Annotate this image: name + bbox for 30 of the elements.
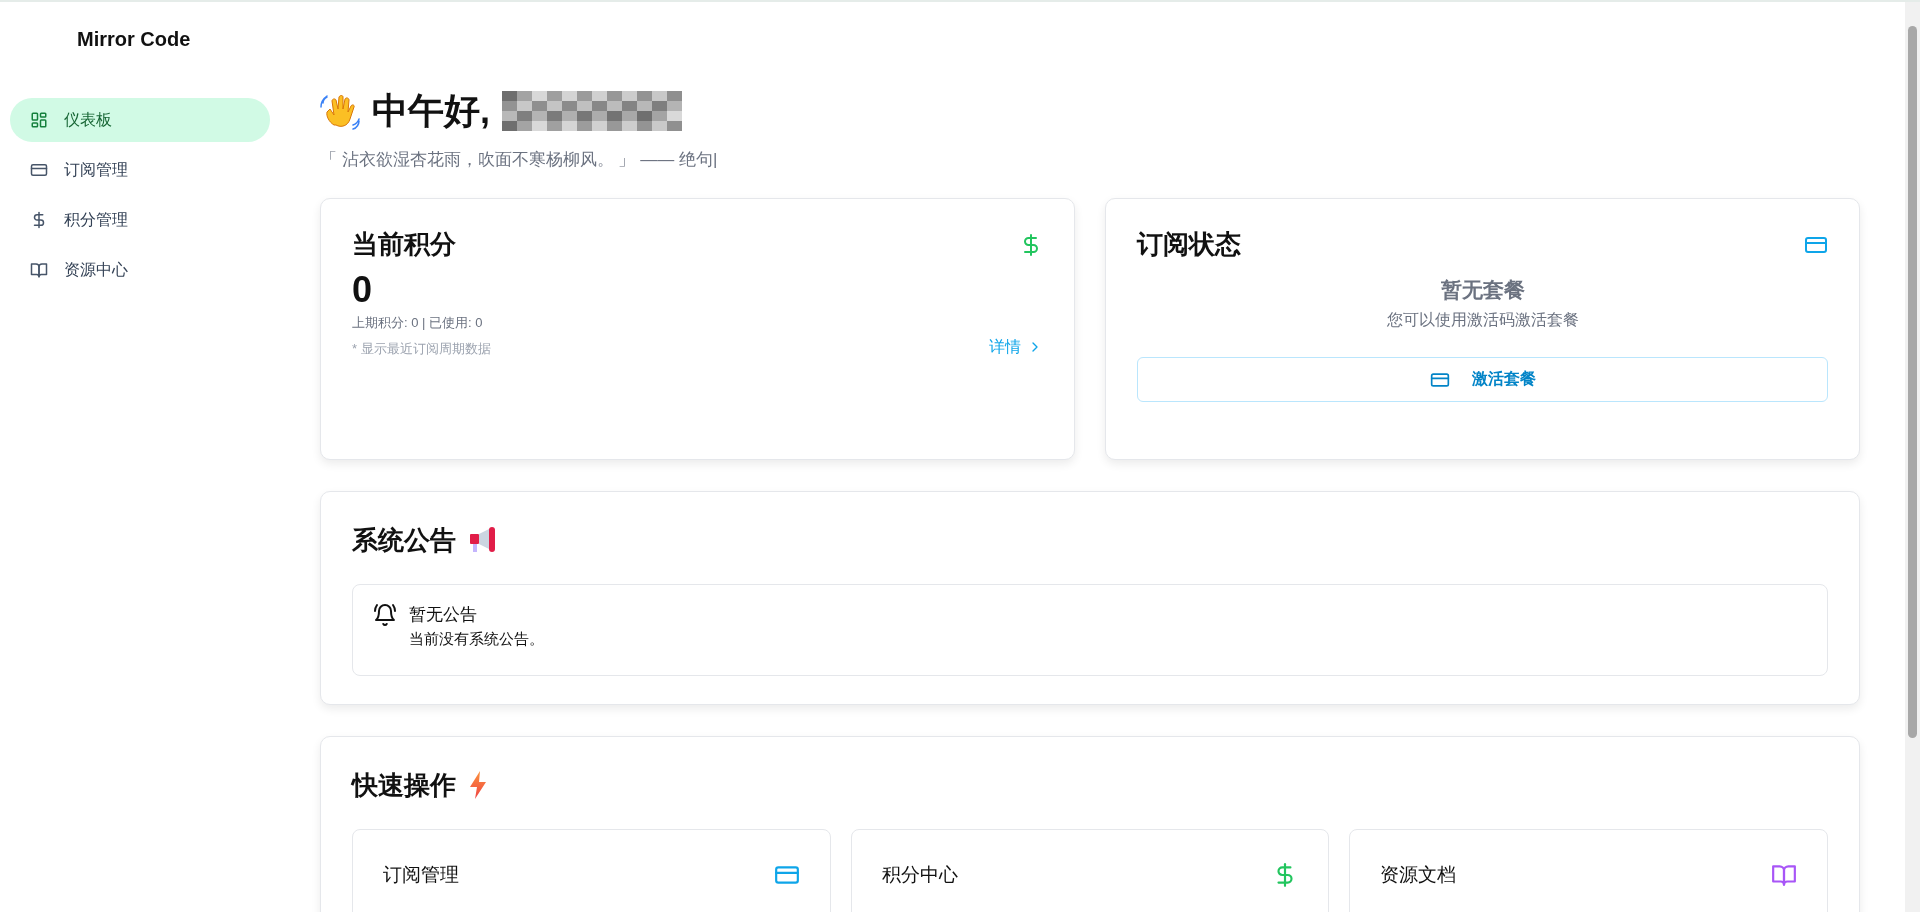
- quick-action-card[interactable]: 积分中心: [850, 829, 1330, 912]
- card-title: 快速操作: [352, 768, 456, 802]
- points-note: * 显示最近订阅周期数据: [352, 339, 491, 358]
- quote-text: 「 沾衣欲湿杏花雨，吹面不寒杨柳风。 」 —— 绝句|: [320, 149, 719, 171]
- card-icon: [30, 161, 48, 179]
- lightning-icon: [468, 770, 488, 800]
- quick-action-card[interactable]: 订阅管理: [352, 829, 831, 912]
- announcement-title: 暂无公告: [409, 604, 478, 626]
- card-title: 当前积分: [352, 228, 456, 261]
- card-title: 订阅状态: [1137, 228, 1241, 261]
- scrollbar-thumb[interactable]: [1908, 26, 1917, 738]
- greeting-heading: 中午好,: [372, 88, 490, 133]
- card-title: 系统公告: [352, 523, 456, 557]
- points-summary: 上期积分: 0 | 已使用: 0: [352, 313, 484, 332]
- app-logo-text: Mirror Code: [76, 28, 192, 52]
- sidebar-item[interactable]: 积分管理: [10, 198, 270, 242]
- scrollbar[interactable]: [1905, 2, 1920, 912]
- empty-title: 暂无套餐: [1439, 277, 1526, 303]
- dashboard-icon: [30, 111, 48, 129]
- points-value: 0: [352, 270, 374, 310]
- activate-button[interactable]: 激活套餐: [1137, 357, 1828, 402]
- sidebar-item[interactable]: 订阅管理: [10, 148, 270, 192]
- quick-action-card[interactable]: 资源文档: [1349, 829, 1828, 912]
- empty-text: 您可以使用激活码激活套餐: [1385, 310, 1580, 330]
- announcement-text: 当前没有系统公告。: [409, 630, 544, 649]
- sidebar-item[interactable]: 仪表板: [10, 98, 270, 142]
- book-icon: [1771, 862, 1797, 888]
- sidebar-item[interactable]: 资源中心: [10, 248, 270, 292]
- bell-icon: [373, 603, 397, 627]
- book-icon: [30, 261, 48, 279]
